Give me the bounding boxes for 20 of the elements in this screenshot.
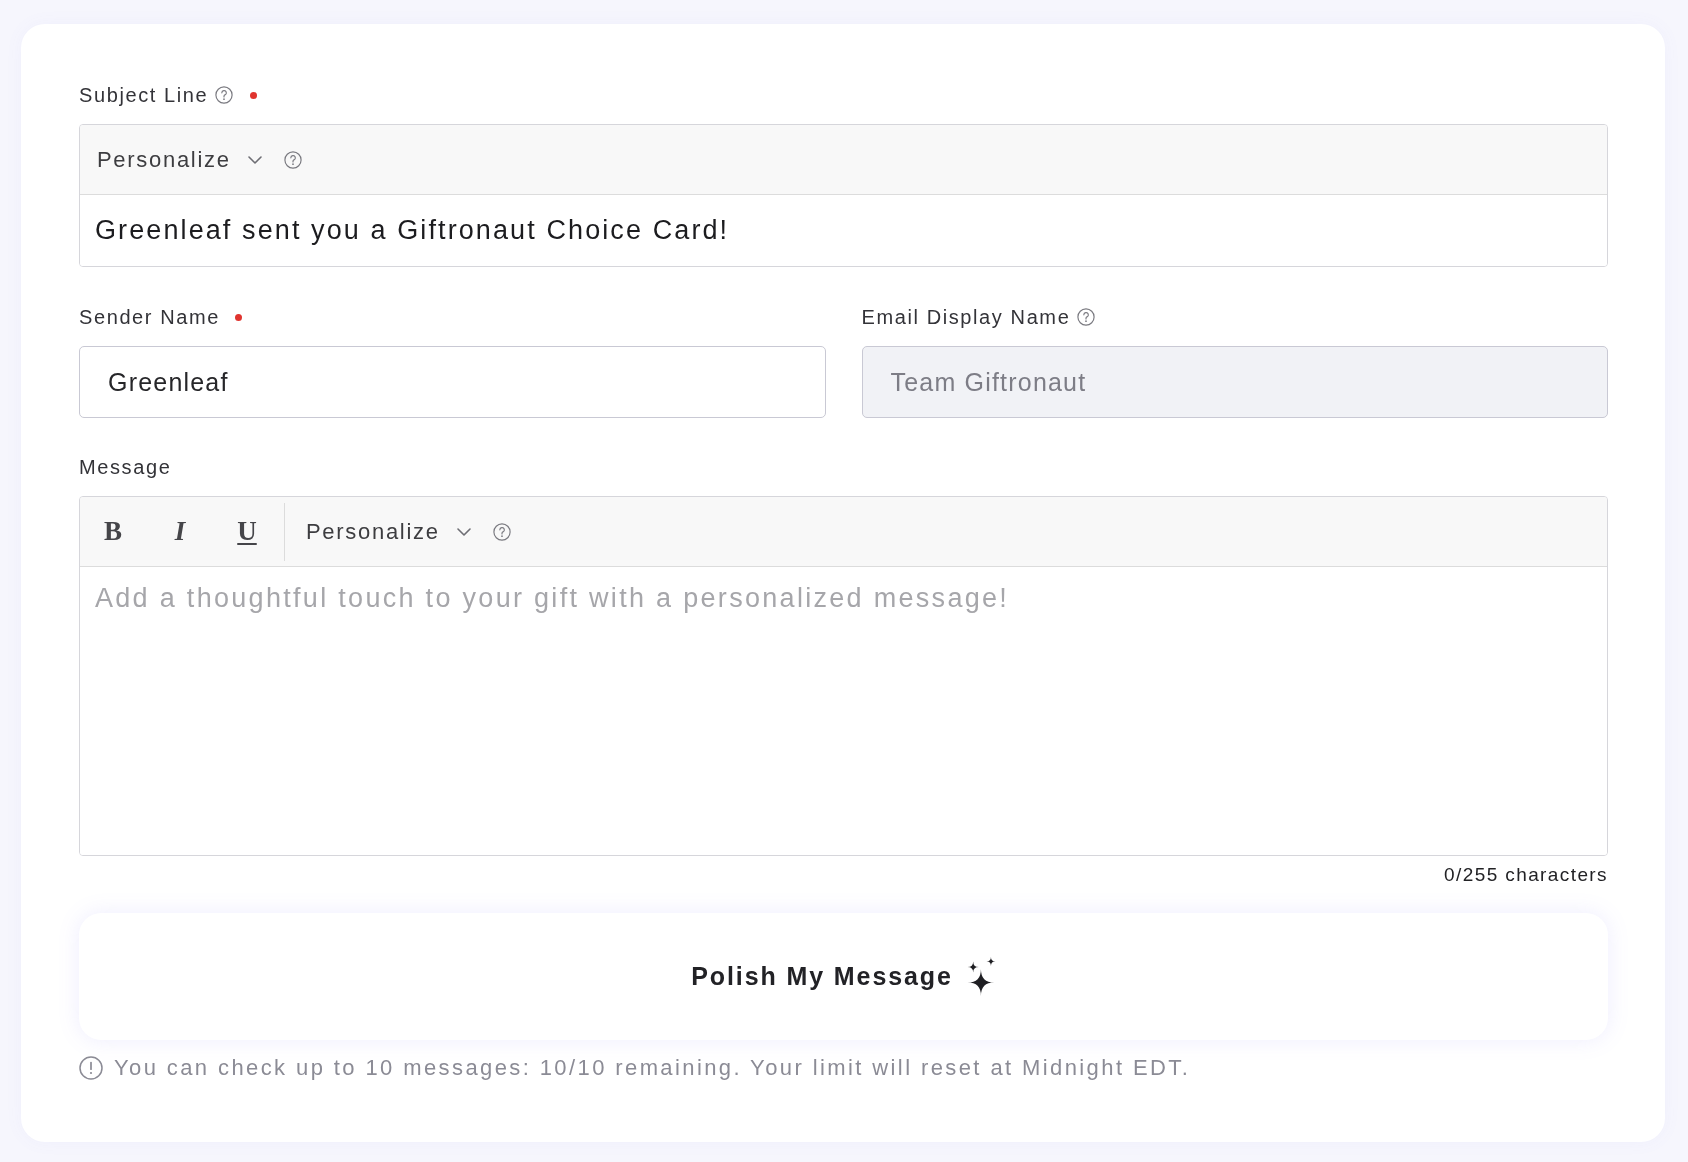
field-label: Email Display Name — [861, 305, 1071, 329]
personalize-dropdown[interactable]: Personalize — [306, 518, 471, 545]
field-label: Message — [79, 455, 172, 479]
format-button[interactable]: B — [88, 506, 138, 557]
field-label: Subject Line — [79, 83, 209, 107]
format-button[interactable]: I — [155, 506, 205, 557]
sender-name-field[interactable]: Greenleaf — [79, 346, 826, 418]
polish-message-button[interactable]: Polish My Message — [79, 913, 1608, 1040]
limit-note: You can check up to 10 messages: 10/10 remaining. Your limit will reset at Midnight EDT. — [114, 1055, 1191, 1081]
field-label: Sender Name — [79, 305, 220, 329]
format-button[interactable]: U — [222, 506, 272, 557]
caret-icon — [456, 527, 471, 536]
info-icon — [79, 1056, 103, 1080]
caret-icon — [247, 155, 262, 164]
subject-editor[interactable]: Personalize Greenleaf sent you a Giftronaut Choice Card! — [79, 124, 1608, 267]
character-count: 0/255 characters — [1444, 863, 1608, 887]
personalize-dropdown[interactable]: Personalize — [97, 146, 262, 173]
help-icon — [283, 150, 302, 169]
message-editor[interactable]: B I U Personalize Add a thoughtful touch to your gift with a personalized message! — [79, 496, 1608, 856]
help-icon — [492, 522, 511, 541]
